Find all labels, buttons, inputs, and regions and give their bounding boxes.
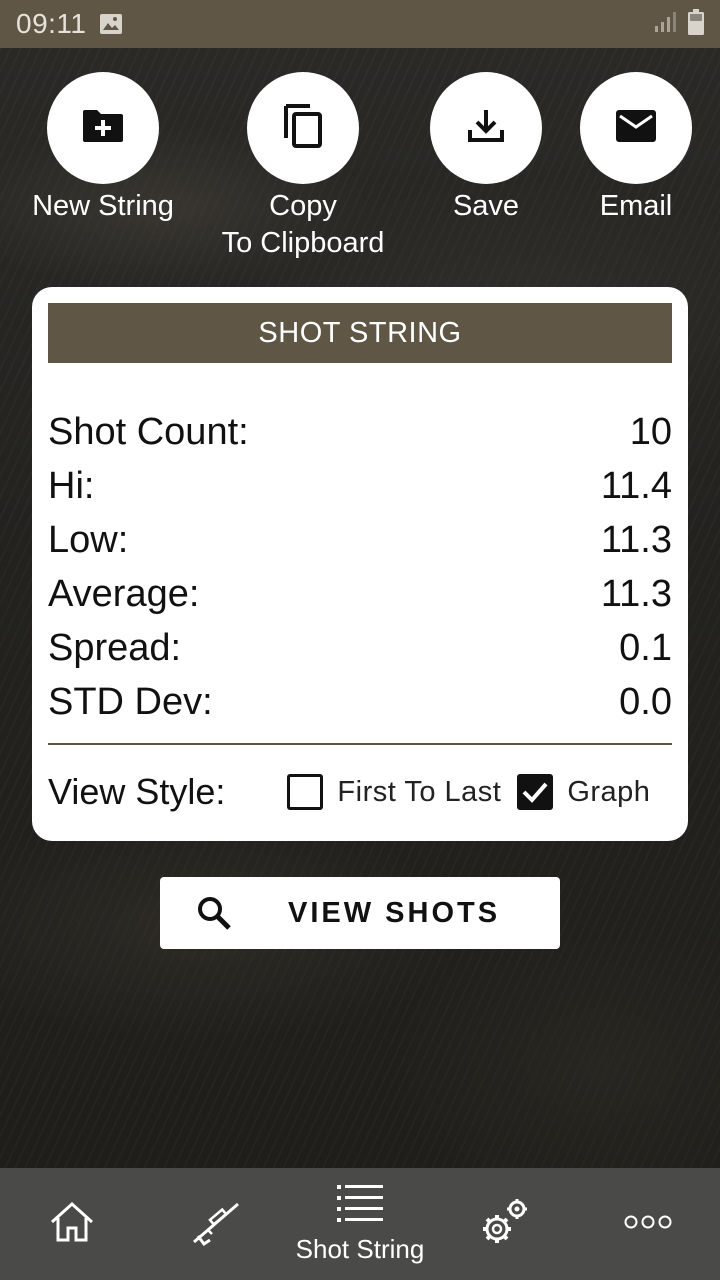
- stat-value: 11.4: [600, 464, 672, 507]
- folder-plus-icon: [81, 108, 125, 149]
- stat-label: Low:: [48, 518, 129, 561]
- email-label: Email: [599, 190, 673, 222]
- graph-option[interactable]: Graph: [517, 774, 650, 810]
- home-icon: [48, 1198, 96, 1251]
- stat-row-std-dev: STD Dev: 0.0: [48, 675, 672, 729]
- stat-row-hi: Hi: 11.4: [48, 459, 672, 513]
- copy-label-line1: Copy: [269, 190, 337, 222]
- nav-settings[interactable]: [464, 1168, 544, 1280]
- stat-row-spread: Spread: 0.1: [48, 621, 672, 675]
- view-style-row: View Style: First To Last Graph: [48, 765, 672, 819]
- view-shots-label: VIEW SHOTS: [288, 897, 501, 929]
- image-icon: [99, 13, 123, 35]
- stat-value: 11.3: [600, 518, 672, 561]
- stat-row-low: Low: 11.3: [48, 513, 672, 567]
- first-to-last-checkbox[interactable]: [287, 774, 324, 810]
- status-bar: 09:11: [0, 0, 720, 48]
- stat-value: 0.1: [619, 626, 672, 669]
- copy-circle[interactable]: [247, 72, 359, 184]
- stat-label: Hi:: [48, 464, 95, 507]
- list-icon: [337, 1183, 383, 1228]
- search-icon: [196, 895, 232, 936]
- stat-value: 0.0: [619, 680, 672, 723]
- stat-row-average: Average: 11.3: [48, 567, 672, 621]
- action-bar: New String Copy To Clipboard Save Email: [0, 72, 720, 272]
- stats-list: Shot Count: 10 Hi: 11.4 Low: 11.3 Averag…: [48, 405, 672, 729]
- settings-icon: [477, 1195, 531, 1254]
- new-string-circle[interactable]: [47, 72, 159, 184]
- new-string-button[interactable]: New String: [28, 72, 178, 225]
- battery-icon: [688, 8, 704, 40]
- stat-row-shot-count: Shot Count: 10: [48, 405, 672, 459]
- stat-label: STD Dev:: [48, 680, 213, 723]
- nav-rifle[interactable]: [176, 1168, 256, 1280]
- save-button[interactable]: Save: [420, 72, 552, 225]
- stat-label: Spread:: [48, 626, 182, 669]
- more-icon: [624, 1214, 672, 1235]
- save-label: Save: [452, 190, 520, 222]
- checkmark-icon: [522, 782, 548, 803]
- stat-label: Average:: [48, 572, 200, 615]
- email-circle[interactable]: [580, 72, 692, 184]
- bottom-nav: Shot String: [0, 1168, 720, 1280]
- email-button[interactable]: Email: [574, 72, 698, 225]
- graph-label: Graph: [567, 775, 651, 808]
- view-shots-button[interactable]: VIEW SHOTS: [160, 877, 560, 949]
- card-header: SHOT STRING: [48, 303, 672, 363]
- stat-value: 11.3: [600, 572, 672, 615]
- stat-value: 10: [629, 410, 672, 453]
- first-to-last-label: First To Last: [337, 775, 502, 808]
- copy-label: Copy To Clipboard: [222, 188, 385, 262]
- save-circle[interactable]: [430, 72, 542, 184]
- download-icon: [466, 106, 506, 151]
- shot-string-card: SHOT STRING Shot Count: 10 Hi: 11.4 Low:…: [32, 287, 688, 841]
- rifle-icon: [190, 1196, 242, 1253]
- graph-checkbox[interactable]: [517, 774, 554, 810]
- nav-shot-string[interactable]: Shot String: [280, 1168, 440, 1280]
- first-to-last-option[interactable]: First To Last: [287, 774, 501, 810]
- divider: [48, 743, 672, 745]
- new-string-label: New String: [32, 190, 174, 222]
- nav-more[interactable]: [608, 1168, 688, 1280]
- nav-home[interactable]: [32, 1168, 112, 1280]
- copy-to-clipboard-button[interactable]: Copy To Clipboard: [204, 72, 402, 262]
- status-time: 09:11: [16, 8, 87, 39]
- stat-label: Shot Count:: [48, 410, 249, 453]
- copy-icon: [282, 102, 324, 155]
- nav-shot-string-label: Shot String: [295, 1234, 425, 1264]
- email-icon: [615, 109, 657, 148]
- signal-icon: [654, 11, 678, 38]
- copy-label-line2: To Clipboard: [221, 227, 385, 259]
- view-style-label: View Style:: [48, 771, 226, 812]
